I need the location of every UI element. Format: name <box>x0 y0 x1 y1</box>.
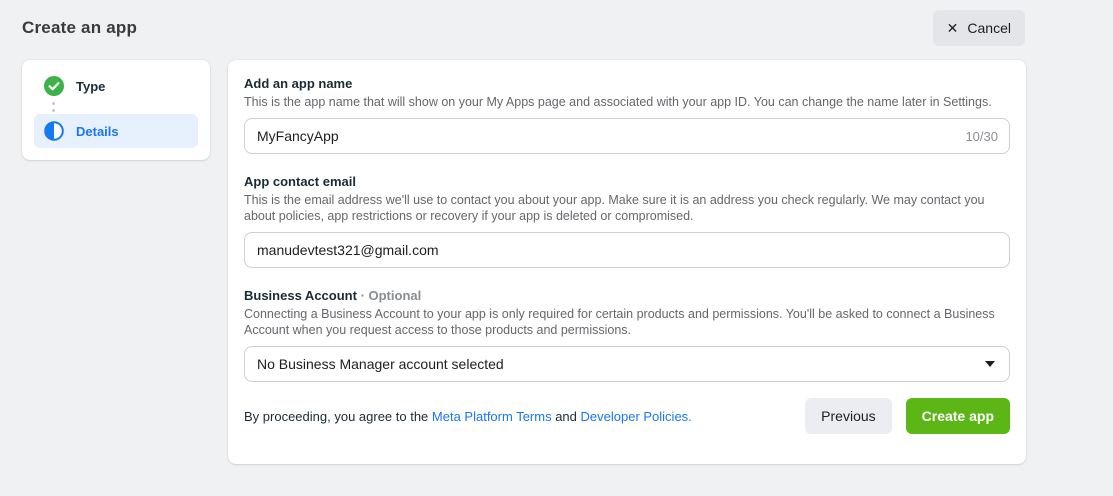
close-icon: ✕ <box>947 21 959 35</box>
app-name-char-counter: 10/30 <box>965 118 998 154</box>
step-type-label: Type <box>76 79 105 94</box>
half-filled-circle-icon <box>44 121 64 141</box>
step-details[interactable]: Details <box>34 114 198 148</box>
agreement-text: By proceeding, you agree to the Meta Pla… <box>244 409 692 424</box>
step-connector <box>52 100 198 114</box>
contact-email-label: App contact email <box>244 174 1010 189</box>
app-name-label: Add an app name <box>244 76 1010 91</box>
create-app-button[interactable]: Create app <box>906 398 1010 434</box>
meta-platform-terms-link[interactable]: Meta Platform Terms <box>432 409 552 424</box>
form-footer: By proceeding, you agree to the Meta Pla… <box>244 398 1010 434</box>
business-account-description: Connecting a Business Account to your ap… <box>244 306 996 338</box>
business-account-select[interactable]: No Business Manager account selected <box>244 346 1010 382</box>
content-area: Type Details Add an app name This is the… <box>0 56 1113 464</box>
previous-button[interactable]: Previous <box>805 398 891 434</box>
cancel-button[interactable]: ✕ Cancel <box>933 10 1025 46</box>
developer-policies-link[interactable]: Developer Policies. <box>581 409 692 424</box>
chevron-down-icon <box>985 361 995 367</box>
app-name-description: This is the app name that will show on y… <box>244 94 996 110</box>
business-account-optional-tag: · Optional <box>361 288 422 303</box>
business-account-selected-value: No Business Manager account selected <box>257 356 504 372</box>
page-title: Create an app <box>22 18 137 38</box>
step-type[interactable]: Type <box>34 72 198 100</box>
cancel-button-label: Cancel <box>967 20 1011 36</box>
step-details-label: Details <box>76 124 119 139</box>
check-circle-icon <box>44 76 64 96</box>
page-header: Create an app ✕ Cancel <box>0 0 1113 56</box>
create-app-form: Add an app name This is the app name tha… <box>228 60 1026 464</box>
stepper-sidebar: Type Details <box>22 60 210 160</box>
contact-email-description: This is the email address we'll use to c… <box>244 192 996 224</box>
contact-email-input[interactable] <box>244 232 1010 268</box>
app-name-input[interactable] <box>244 118 1010 154</box>
business-account-label: Business Account · Optional <box>244 288 1010 303</box>
